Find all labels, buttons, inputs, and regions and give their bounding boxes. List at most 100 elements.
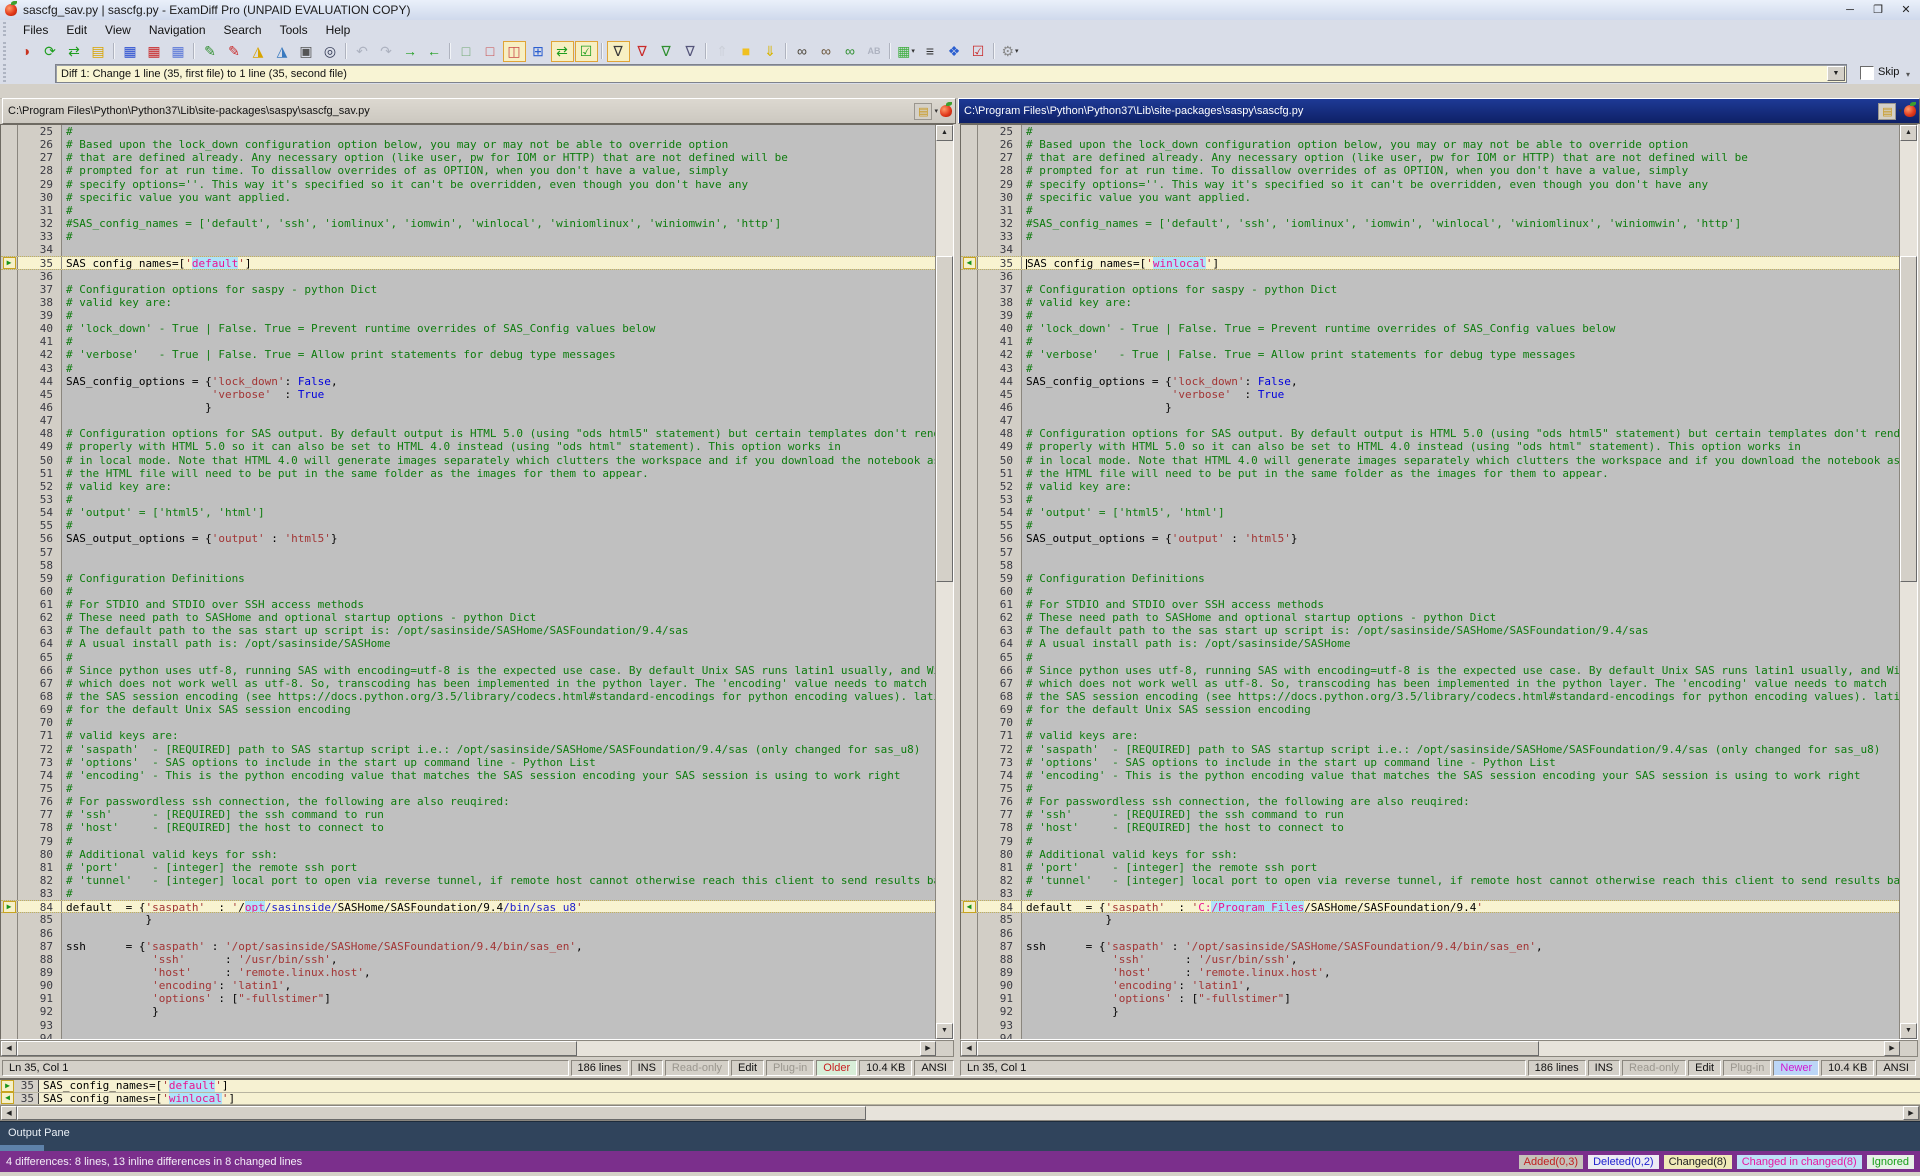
show-diff-markers-icon[interactable]: ☑ [575, 41, 598, 62]
scroll-track[interactable] [17, 1041, 920, 1056]
dropdown-arrow-icon[interactable]: ▾ [1015, 47, 1019, 55]
scroll-track[interactable] [17, 1106, 1903, 1120]
swap-panes-icon[interactable]: ⇄ [63, 41, 86, 62]
diff-marker-right-arrow-icon[interactable]: ▶ [1, 901, 18, 912]
diff-marker-left-arrow-icon[interactable]: ◀ [961, 257, 978, 268]
scroll-left-icon[interactable]: ◀ [1, 1041, 17, 1056]
current-block-icon[interactable]: ■ [735, 41, 758, 62]
scroll-track[interactable] [936, 141, 953, 1023]
diff-marker-left-arrow-icon[interactable]: ◀ [0, 1093, 15, 1105]
next-block-icon[interactable]: ⇓ [759, 41, 782, 62]
toolbar-grip[interactable] [3, 22, 10, 38]
find-in-files-icon[interactable]: ∞ [815, 41, 838, 62]
badge-deleted-0-2[interactable]: Deleted(0,2) [1588, 1155, 1659, 1169]
toolbar-grip[interactable] [3, 42, 10, 60]
open-file-icon[interactable]: ▤ [1878, 103, 1896, 120]
scroll-thumb[interactable] [17, 1041, 577, 1056]
filter-changed-icon[interactable]: ∇ [631, 41, 654, 62]
scroll-thumb[interactable] [17, 1106, 866, 1120]
recompare-icon[interactable]: ⟳ [39, 41, 62, 62]
toolbar-overflow-icon[interactable]: ▾ [1906, 70, 1910, 79]
split-view-icon[interactable]: ◫ [503, 41, 526, 62]
four-pane-grid-icon[interactable]: ⊞ [527, 41, 550, 62]
minimize-button[interactable]: ─ [1836, 2, 1864, 18]
badge-added-0-3[interactable]: Added(0,3) [1519, 1155, 1583, 1169]
open-file-icon[interactable]: ▤ [914, 103, 932, 120]
current-diff-combo[interactable]: Diff 1: Change 1 line (35, first file) t… [55, 64, 1847, 83]
next-difference-icon[interactable]: → [399, 41, 422, 62]
menu-help[interactable]: Help [317, 21, 360, 39]
menu-files[interactable]: Files [14, 21, 57, 39]
right-code-pane[interactable]: 25#26# Based upon the lock_down configur… [960, 124, 1918, 1040]
show-second-pane-icon[interactable]: □ [479, 41, 502, 62]
settings-gear-icon[interactable]: ⚙▾ [999, 41, 1022, 62]
diff-marker-left-arrow-icon[interactable]: ◀ [961, 901, 978, 912]
save-both-icon[interactable]: ▦ [167, 41, 190, 62]
edit-first-icon[interactable]: ✎ [199, 41, 222, 62]
scroll-right-icon[interactable]: ▶ [1884, 1041, 1900, 1056]
save-composite-first-icon[interactable]: ◮ [247, 41, 270, 62]
combo-dropdown-icon[interactable]: ▼ [1827, 66, 1845, 81]
left-horizontal-scrollbar[interactable]: ◀ ▶ [0, 1040, 954, 1057]
badge-changed-8[interactable]: Changed(8) [1664, 1155, 1732, 1169]
menu-edit[interactable]: Edit [57, 21, 96, 39]
left-pane-header[interactable]: C:\Program Files\Python\Python37\Lib\sit… [2, 98, 956, 124]
open-files-icon[interactable]: ▤ [87, 41, 110, 62]
diff-marker-right-arrow-icon[interactable]: ▶ [1, 257, 18, 268]
output-pane[interactable]: Output Pane [0, 1121, 1920, 1152]
scroll-left-icon[interactable]: ◀ [961, 1041, 977, 1056]
skip-checkbox[interactable] [1860, 66, 1874, 80]
scroll-track[interactable] [977, 1041, 1884, 1056]
badge-changed-in-changed-8[interactable]: Changed in changed(8) [1737, 1155, 1862, 1169]
scroll-right-icon[interactable]: ▶ [1903, 1106, 1919, 1120]
scroll-down-icon[interactable]: ▼ [936, 1023, 953, 1039]
show-first-pane-icon[interactable]: □ [455, 41, 478, 62]
find-icon[interactable]: ∞ [791, 41, 814, 62]
save-composite-second-icon[interactable]: ◮ [271, 41, 294, 62]
menu-search[interactable]: Search [215, 21, 271, 39]
right-pane-header[interactable]: C:\Program Files\Python\Python37\Lib\sit… [958, 98, 1920, 124]
left-code-pane[interactable]: 25#26# Based upon the lock_down configur… [0, 124, 954, 1040]
scroll-left-icon[interactable]: ◀ [1, 1106, 17, 1120]
scroll-right-icon[interactable]: ▶ [920, 1041, 936, 1056]
scroll-up-icon[interactable]: ▲ [936, 125, 953, 141]
scroll-track[interactable] [1900, 141, 1917, 1023]
compare-icon[interactable]: ◑ [15, 41, 38, 62]
undo-icon[interactable]: ↶ [351, 41, 374, 62]
scroll-thumb[interactable] [936, 256, 953, 582]
plugins-icon[interactable]: ❖ [943, 41, 966, 62]
diff-marker-right-arrow-icon[interactable]: ▶ [0, 1080, 15, 1092]
close-button[interactable]: ✕ [1892, 2, 1920, 18]
file-dropdown-icon[interactable]: ▾ [1898, 107, 1902, 115]
edit-second-icon[interactable]: ✎ [223, 41, 246, 62]
scroll-down-icon[interactable]: ▼ [1900, 1023, 1917, 1039]
bottom-horizontal-scrollbar[interactable]: ◀ ▶ [0, 1105, 1920, 1121]
toolbar-grip[interactable] [3, 64, 10, 82]
menu-navigation[interactable]: Navigation [140, 21, 215, 39]
right-horizontal-scrollbar[interactable]: ◀ ▶ [960, 1040, 1918, 1057]
filter-all-differences-icon[interactable]: ∇ [607, 41, 630, 62]
previous-block-icon[interactable]: ⇑ [711, 41, 734, 62]
scroll-thumb[interactable] [1900, 256, 1917, 582]
menu-view[interactable]: View [96, 21, 140, 39]
badge-ignored[interactable]: Ignored [1867, 1155, 1914, 1169]
print-preview-icon[interactable]: ◎ [319, 41, 342, 62]
scroll-thumb[interactable] [977, 1041, 1539, 1056]
filter-ignored-icon[interactable]: ∇ [679, 41, 702, 62]
synchronized-scrolling-icon[interactable]: ⇄ [551, 41, 574, 62]
scroll-up-icon[interactable]: ▲ [1900, 125, 1917, 141]
menu-tools[interactable]: Tools [271, 21, 317, 39]
edit-options-icon[interactable]: ☑ [967, 41, 990, 62]
redo-icon[interactable]: ↷ [375, 41, 398, 62]
filter-matching-icon[interactable]: ∇ [655, 41, 678, 62]
word-wrap-icon[interactable]: ≡ [919, 41, 942, 62]
save-first-icon[interactable]: ▦ [119, 41, 142, 62]
print-icon[interactable]: ▣ [295, 41, 318, 62]
right-vertical-scrollbar[interactable]: ▲ ▼ [1899, 125, 1917, 1039]
left-vertical-scrollbar[interactable]: ▲ ▼ [935, 125, 953, 1039]
maximize-button[interactable]: ❐ [1864, 2, 1892, 18]
file-dropdown-icon[interactable]: ▾ [934, 107, 938, 115]
save-second-icon[interactable]: ▦ [143, 41, 166, 62]
match-case-icon[interactable]: AB [863, 41, 886, 62]
previous-difference-icon[interactable]: ← [423, 41, 446, 62]
